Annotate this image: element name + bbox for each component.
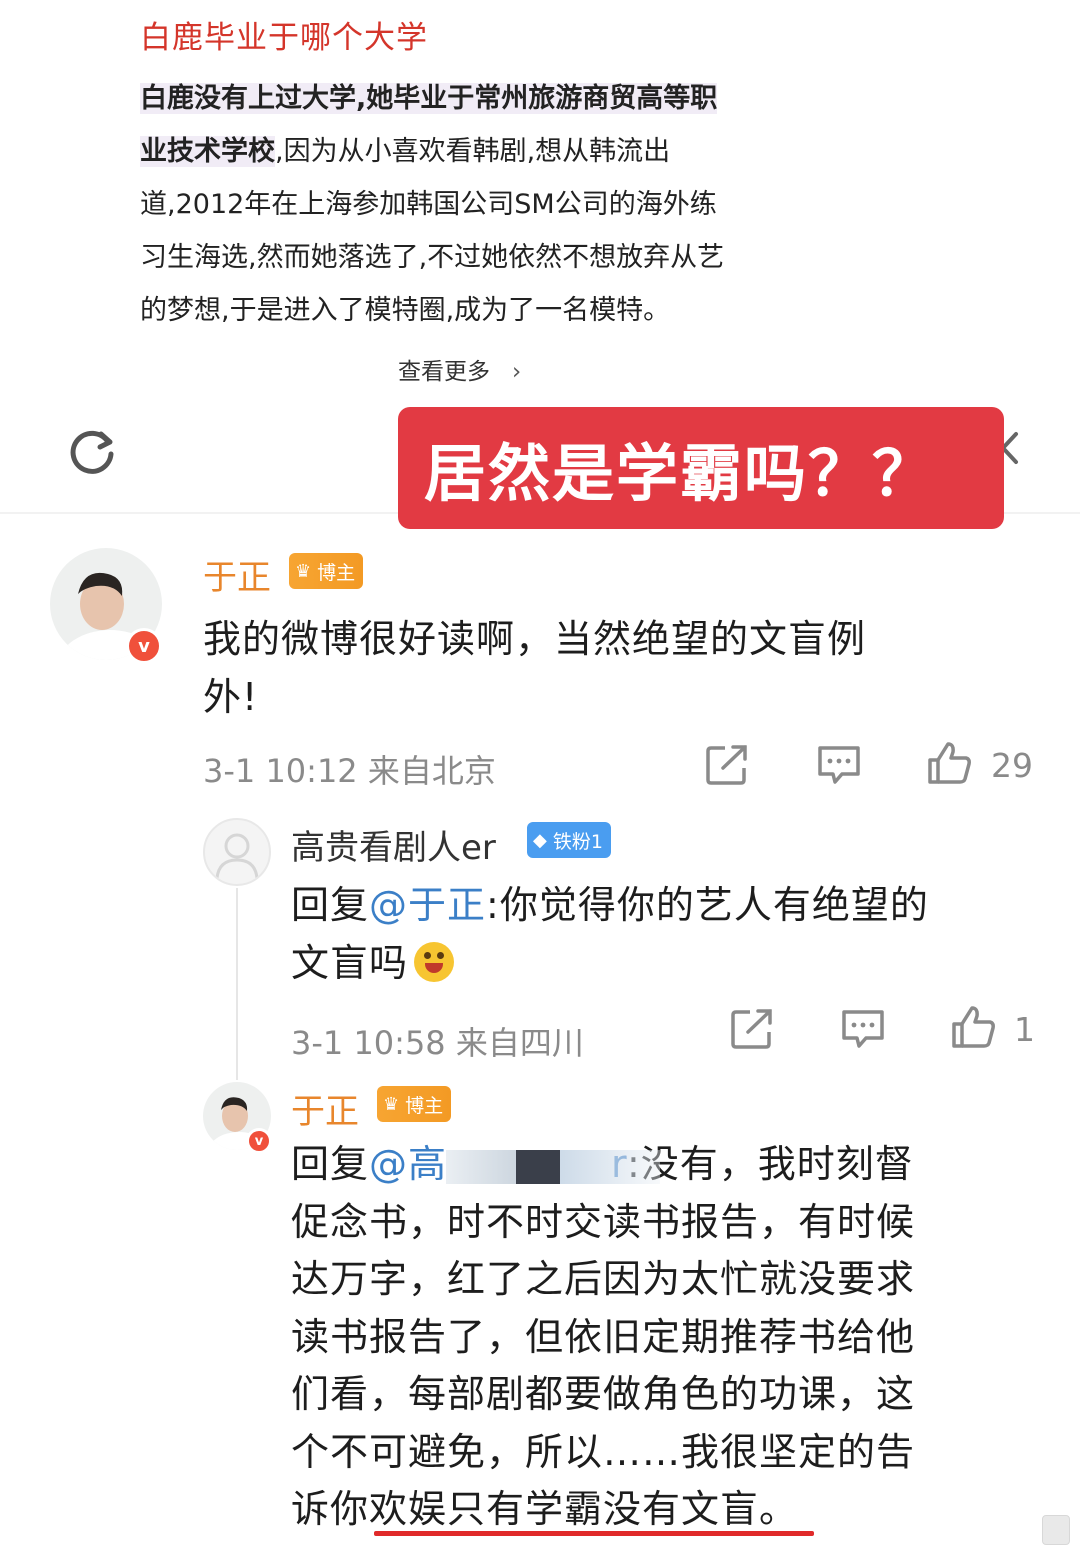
answer-line: 习生海选,然而她落选了,不过她依然不想放弃从艺 (140, 242, 725, 273)
avatar[interactable] (203, 818, 271, 886)
comment-icon[interactable] (816, 744, 862, 786)
highlighted-phrase: 欢娱只有学霸没有文盲 (369, 1487, 760, 1531)
crown-icon: ♛ (383, 1093, 400, 1115)
crown-icon: ♛ (295, 560, 312, 582)
overlay-caption: 居然是学霸吗？？ (398, 407, 1004, 529)
reply-text: 回复@高r:没有，我时刻督 促念书，时不时交读书报告，有时候 达万字，红了之后因… (291, 1142, 916, 1531)
scroll-handle[interactable] (1042, 1515, 1070, 1545)
answer-title[interactable]: 白鹿毕业于哪个大学 (140, 12, 428, 57)
redaction-blur (516, 1150, 560, 1184)
chevron-right-icon: › (512, 359, 522, 385)
answer-line: 道,2012年在上海参加韩国公司SM公司的海外练 (140, 189, 717, 220)
redaction-blur (446, 1150, 516, 1184)
share-icon[interactable] (705, 744, 749, 786)
verified-icon: v (126, 628, 162, 664)
redaction-blur (560, 1150, 660, 1184)
thread-line (236, 888, 238, 1080)
red-underline (374, 1531, 814, 1536)
verified-icon: v (246, 1128, 272, 1154)
answer-line: 业技术学校,因为从小喜欢看韩剧,想从韩流出 (140, 136, 671, 167)
see-more-link[interactable]: 查看更多 › (398, 352, 521, 386)
comment-meta: 3-1 10:58 来自四川 (291, 1024, 584, 1062)
like-icon[interactable] (926, 740, 972, 786)
fan-badge: ◆ 铁粉1 (527, 822, 611, 858)
blogger-badge: ♛ 博主 (377, 1086, 452, 1122)
comment-icon[interactable] (840, 1008, 886, 1050)
see-more-label: 查看更多 (398, 359, 490, 385)
answer-line: 的梦想,于是进入了模特圈,成为了一名模特。 (140, 295, 671, 326)
commenter-name[interactable]: 于正 (203, 550, 271, 599)
laughing-emoji-icon (414, 942, 455, 982)
diamond-icon: ◆ (533, 829, 547, 851)
share-icon[interactable] (730, 1008, 774, 1050)
answer-body: 白鹿没有上过大学,她毕业于常州旅游商贸高等职 业技术学校,因为从小喜欢看韩剧,想… (140, 72, 805, 337)
mention-link[interactable]: @于正 (369, 883, 486, 927)
reply-text: 回复@于正:你觉得你的艺人有绝望的 文盲吗 (291, 883, 929, 985)
refresh-icon[interactable] (64, 424, 120, 480)
commenter-name[interactable]: 于正 (291, 1084, 359, 1133)
blogger-badge: ♛ 博主 (289, 553, 364, 589)
mention-link[interactable]: @高 (369, 1142, 447, 1186)
answer-line: 白鹿没有上过大学,她毕业于常州旅游商贸高等职 (140, 83, 718, 114)
like-count: 29 (991, 746, 1033, 785)
like-count: 1 (1014, 1010, 1035, 1049)
like-icon[interactable] (950, 1004, 996, 1050)
comment-text: 我的微博很好读啊，当然绝望的文盲例 外! (203, 617, 867, 719)
comment-meta: 3-1 10:12 来自北京 (203, 752, 496, 790)
commenter-name[interactable]: 高贵看剧人er (291, 820, 496, 869)
